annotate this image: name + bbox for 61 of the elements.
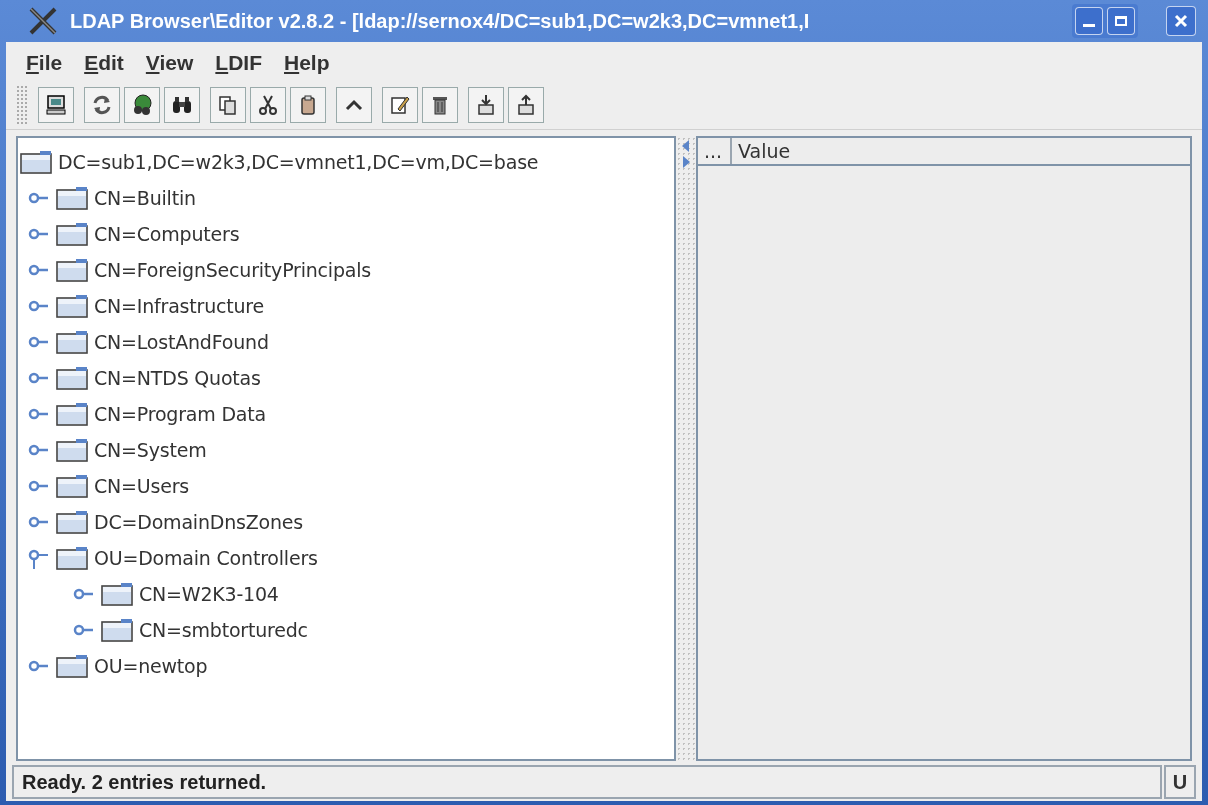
folder-icon: [56, 258, 88, 282]
tree-item[interactable]: CN=ForeignSecurityPrincipals: [94, 255, 372, 285]
maximize-button[interactable]: [1107, 7, 1135, 35]
folder-icon: [56, 438, 88, 462]
tree-item[interactable]: CN=Computers: [94, 219, 240, 249]
folder-icon: [20, 150, 52, 174]
tree-item[interactable]: CN=NTDS Quotas: [94, 363, 261, 393]
folder-icon: [56, 546, 88, 570]
status-mode: U: [1164, 765, 1196, 799]
status-message: Ready. 2 entries returned.: [22, 770, 267, 795]
minimize-button[interactable]: [1075, 7, 1103, 35]
window-title: LDAP Browser\Editor v2.8.2 - [ldap://sernox4/DC=sub1,DC=w2k3,DC=vmnet1,I: [70, 9, 811, 34]
folder-icon: [56, 222, 88, 246]
column-header[interactable]: ...: [698, 138, 732, 164]
tree-item[interactable]: CN=Program Data: [94, 399, 266, 429]
collapse-left-icon[interactable]: [682, 140, 690, 152]
tree-item[interactable]: CN=Infrastructure: [94, 291, 264, 321]
tree-item[interactable]: DC=DomainDnsZones: [94, 507, 303, 537]
column-header[interactable]: Value: [732, 138, 1190, 164]
search-button[interactable]: [164, 86, 200, 123]
tree-item[interactable]: OU=newtop: [94, 651, 208, 681]
folder-icon: [56, 474, 88, 498]
edit-button[interactable]: [382, 86, 418, 123]
up-button[interactable]: [336, 86, 372, 123]
menu-item[interactable]: Help: [284, 47, 330, 79]
folder-icon: [56, 510, 88, 534]
computer-icon: [44, 92, 68, 117]
menu-item[interactable]: View: [145, 47, 194, 79]
menu-item[interactable]: LDIF: [215, 47, 262, 79]
delete-button[interactable]: [422, 86, 458, 123]
tree-item[interactable]: CN=Builtin: [94, 183, 196, 213]
refresh-button[interactable]: [84, 86, 120, 123]
folder-icon: [101, 618, 133, 642]
import-button[interactable]: [468, 86, 504, 123]
folder-icon: [56, 654, 88, 678]
close-button[interactable]: [1166, 6, 1196, 36]
export-button[interactable]: [508, 86, 544, 123]
tree-toggle-icon[interactable]: [28, 547, 50, 569]
folder-icon: [56, 330, 88, 354]
tree-item[interactable]: CN=Users: [94, 471, 189, 501]
cut-button[interactable]: [250, 86, 286, 123]
close-icon: [1174, 14, 1188, 28]
tree-item[interactable]: CN=W2K3-104: [139, 579, 279, 609]
tree-item[interactable]: CN=System: [94, 435, 207, 465]
menu-item[interactable]: Edit: [84, 47, 124, 79]
folder-icon: [56, 294, 88, 318]
connect-button[interactable]: [38, 86, 74, 123]
copy-button[interactable]: [210, 86, 246, 123]
x-logo-icon: [28, 6, 58, 36]
folder-icon: [101, 582, 133, 606]
folder-icon: [56, 402, 88, 426]
folder-icon: [56, 366, 88, 390]
tree-item[interactable]: OU=Domain Controllers: [94, 543, 318, 573]
globe-button[interactable]: [124, 86, 160, 123]
paste-button[interactable]: [290, 86, 326, 123]
tree-item[interactable]: CN=smbtorturedc: [139, 615, 308, 645]
tree-item[interactable]: DC=sub1,DC=w2k3,DC=vmnet1,DC=vm,DC=base: [58, 147, 539, 177]
menu-item[interactable]: File: [26, 47, 63, 79]
collapse-right-icon[interactable]: [682, 156, 690, 168]
tree-item[interactable]: CN=LostAndFound: [94, 327, 269, 357]
folder-icon: [56, 186, 88, 210]
